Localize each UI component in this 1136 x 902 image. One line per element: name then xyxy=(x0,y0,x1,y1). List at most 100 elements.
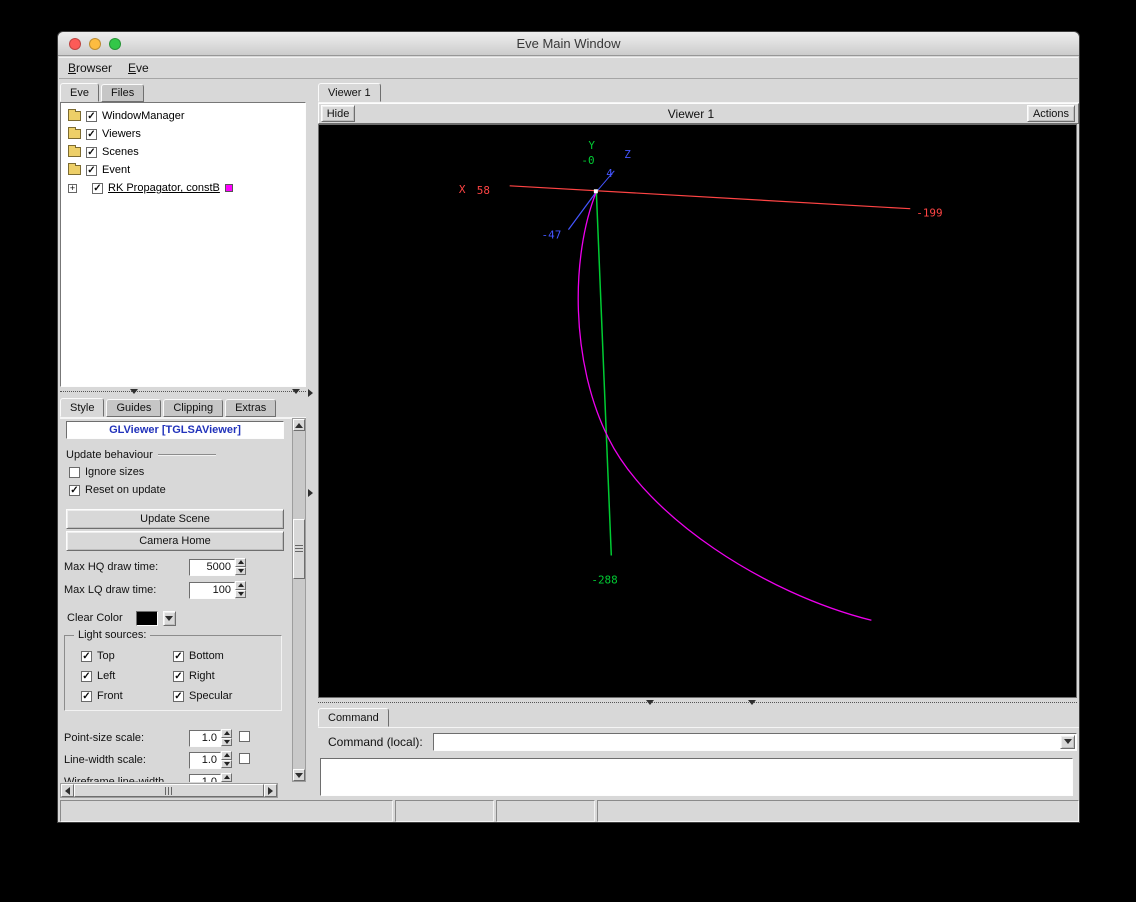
light-left-checkbox[interactable]: ✓ xyxy=(81,670,92,682)
ignore-sizes-option[interactable]: Ignore sizes xyxy=(69,466,144,478)
splitter-arrow-icon[interactable] xyxy=(308,389,313,397)
tree-item-label[interactable]: Scenes xyxy=(102,146,139,158)
light-right-option[interactable]: ✓ Right xyxy=(173,670,281,682)
command-combobox[interactable] xyxy=(433,732,1077,751)
light-left-option[interactable]: ✓ Left xyxy=(81,670,173,682)
tab-style[interactable]: Style xyxy=(60,398,105,417)
max-lq-input[interactable]: 100 xyxy=(189,581,235,599)
close-button[interactable] xyxy=(69,38,81,50)
tree-item[interactable]: + ✓ RK Propagator, constB xyxy=(61,179,305,197)
camera-home-button[interactable]: Camera Home xyxy=(66,531,284,551)
light-right-checkbox[interactable]: ✓ xyxy=(173,670,184,682)
tree-checkbox[interactable]: ✓ xyxy=(86,110,97,122)
spin-down-icon[interactable] xyxy=(221,737,232,746)
clear-color-swatch[interactable] xyxy=(135,610,158,626)
light-top-checkbox[interactable]: ✓ xyxy=(81,650,92,662)
line-width-input[interactable]: 1.0 xyxy=(189,751,221,769)
menu-eve[interactable]: Eve xyxy=(128,61,149,75)
scroll-up-button[interactable] xyxy=(293,419,305,431)
scrollbar-thumb[interactable] xyxy=(74,784,264,797)
line-width-checkbox[interactable] xyxy=(239,753,250,764)
viewer-horizontal-splitter[interactable] xyxy=(318,698,1077,708)
scroll-left-button[interactable] xyxy=(61,784,74,797)
style-panel-scrollbar[interactable] xyxy=(292,418,306,782)
max-lq-spinner[interactable] xyxy=(235,581,246,598)
minimize-button[interactable] xyxy=(89,38,101,50)
scroll-down-button[interactable] xyxy=(293,769,305,781)
point-size-checkbox[interactable] xyxy=(239,731,250,742)
tab-viewer-1[interactable]: Viewer 1 xyxy=(318,83,381,102)
spin-up-icon[interactable] xyxy=(221,751,232,760)
spin-down-icon[interactable] xyxy=(235,566,246,575)
left-horizontal-scrollbar[interactable] xyxy=(60,783,278,798)
actions-button[interactable]: Actions xyxy=(1027,105,1075,122)
tree-item[interactable]: ✓ WindowManager xyxy=(61,107,305,125)
update-scene-button[interactable]: Update Scene xyxy=(66,509,284,529)
wireframe-input[interactable]: 1.0 xyxy=(189,773,221,782)
hide-button[interactable]: Hide xyxy=(321,105,355,122)
tree-item[interactable]: ✓ Scenes xyxy=(61,143,305,161)
tab-files[interactable]: Files xyxy=(100,84,145,102)
tree-checkbox[interactable]: ✓ xyxy=(92,182,103,194)
grip-icon xyxy=(164,786,174,795)
spin-up-icon[interactable] xyxy=(221,773,232,782)
spin-down-icon[interactable] xyxy=(221,759,232,768)
menu-browser[interactable]: Browser xyxy=(68,61,112,75)
ignore-sizes-checkbox[interactable] xyxy=(69,466,80,478)
splitter-arrow-icon[interactable] xyxy=(130,389,138,394)
scroll-right-button[interactable] xyxy=(264,784,277,797)
tab-eve[interactable]: Eve xyxy=(60,83,99,102)
splitter-arrow-icon[interactable] xyxy=(308,489,313,497)
point-size-input[interactable]: 1.0 xyxy=(189,729,221,747)
reset-on-update-option[interactable]: ✓ Reset on update xyxy=(69,484,166,496)
max-hq-spinner[interactable] xyxy=(235,558,246,575)
tree-checkbox[interactable]: ✓ xyxy=(86,164,97,176)
spin-up-icon[interactable] xyxy=(221,729,232,738)
tree-item-label[interactable]: Event xyxy=(102,164,130,176)
max-hq-input[interactable]: 5000 xyxy=(189,558,235,576)
reset-on-update-checkbox[interactable]: ✓ xyxy=(69,484,80,496)
light-specular-option[interactable]: ✓ Specular xyxy=(173,690,281,702)
point-size-spinner[interactable] xyxy=(221,729,232,746)
gl-viewport[interactable]: X 58 -199 Y -0 -288 Z 4 -47 xyxy=(318,124,1077,698)
light-top-option[interactable]: ✓ Top xyxy=(81,650,173,662)
light-bottom-checkbox[interactable]: ✓ xyxy=(173,650,184,662)
splitter-arrow-icon[interactable] xyxy=(646,700,654,705)
splitter-arrow-icon[interactable] xyxy=(292,389,300,394)
tree-checkbox[interactable]: ✓ xyxy=(86,146,97,158)
gl-canvas[interactable]: X 58 -199 Y -0 -288 Z 4 -47 xyxy=(319,125,1076,697)
tree-item-label[interactable]: Viewers xyxy=(102,128,141,140)
left-horizontal-splitter[interactable] xyxy=(60,387,306,397)
spin-down-icon[interactable] xyxy=(235,589,246,598)
titlebar[interactable]: Eve Main Window xyxy=(58,32,1079,56)
tree-item-label[interactable]: RK Propagator, constB xyxy=(108,182,220,194)
light-specular-checkbox[interactable]: ✓ xyxy=(173,690,184,702)
track-curve xyxy=(577,191,872,621)
tree-item[interactable]: ✓ Event xyxy=(61,161,305,179)
light-bottom-option[interactable]: ✓ Bottom xyxy=(173,650,281,662)
tree-item[interactable]: ✓ Viewers xyxy=(61,125,305,143)
spin-up-icon[interactable] xyxy=(235,581,246,590)
track-color-swatch[interactable] xyxy=(224,184,233,192)
spin-down-icon[interactable] xyxy=(221,781,232,782)
vertical-splitter[interactable] xyxy=(306,83,316,798)
tab-clipping[interactable]: Clipping xyxy=(163,399,224,417)
tree-checkbox[interactable]: ✓ xyxy=(86,128,97,140)
wireframe-spinner[interactable] xyxy=(221,773,232,782)
command-dropdown-button[interactable] xyxy=(1060,734,1075,749)
command-input[interactable] xyxy=(436,735,1058,749)
tab-extras[interactable]: Extras xyxy=(225,399,277,417)
tab-command[interactable]: Command xyxy=(318,708,389,727)
light-front-checkbox[interactable]: ✓ xyxy=(81,690,92,702)
expand-plus-icon[interactable]: + xyxy=(68,183,77,193)
light-front-option[interactable]: ✓ Front xyxy=(81,690,173,702)
clear-color-dropdown-button[interactable] xyxy=(162,610,176,626)
splitter-arrow-icon[interactable] xyxy=(748,700,756,705)
spin-up-icon[interactable] xyxy=(235,558,246,567)
zoom-button[interactable] xyxy=(109,38,121,50)
glviewer-class-button[interactable]: GLViewer [TGLSAViewer] xyxy=(66,421,284,439)
tab-guides[interactable]: Guides xyxy=(106,399,162,417)
tree-item-label[interactable]: WindowManager xyxy=(102,110,185,122)
scrollbar-thumb[interactable] xyxy=(293,519,305,579)
line-width-spinner[interactable] xyxy=(221,751,232,768)
